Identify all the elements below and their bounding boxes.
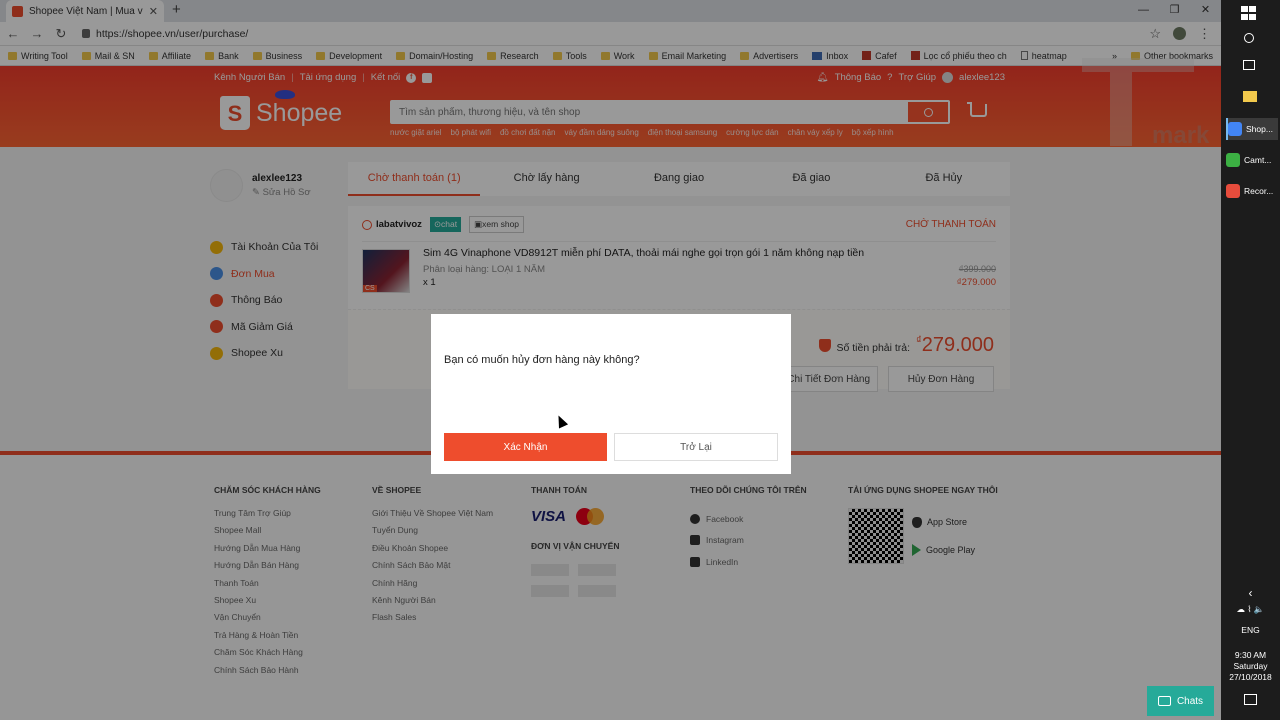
confirm-button[interactable]: Xác Nhận [444,433,607,461]
tray-chevron-icon[interactable]: ‹ [1221,586,1280,600]
file-explorer-icon[interactable] [1243,91,1257,102]
browser-window: Shopee Việt Nam | Mua và Bán T ✕ + — ❐ ✕… [0,0,1221,720]
taskbar-app-label: Shop... [1246,124,1273,134]
watermark-shape [1110,58,1132,146]
search-icon[interactable] [1244,33,1254,43]
language-indicator[interactable]: ENG [1221,625,1280,635]
clock-day: Saturday [1233,661,1268,671]
taskbar-app[interactable]: Shop... [1226,118,1278,140]
app-icon [1226,153,1240,167]
watermark-logo: mark [1082,58,1210,149]
chats-button[interactable]: Chats [1147,686,1214,716]
back-button[interactable]: Trở Lại [614,433,778,461]
watermark-shape [1082,58,1194,72]
task-view-icon[interactable] [1243,60,1255,70]
dialog-message: Bạn có muốn hủy đơn hàng này không? [444,354,640,366]
taskbar-app-label: Recor... [1244,186,1274,196]
notification-icon[interactable] [1244,694,1257,705]
clock-date: 27/10/2018 [1229,672,1272,682]
app-icon [1228,122,1242,136]
windows-taskbar: Shop... Camt... Recor... ‹ ☁ ⌇ 🔈 ENG 9:30 … [1221,0,1280,720]
chats-label: Chats [1176,695,1204,707]
windows-start-icon[interactable] [1241,6,1259,20]
taskbar-app[interactable]: Camt... [1226,149,1278,171]
cancel-order-dialog: Bạn có muốn hủy đơn hàng này không? Xác … [431,314,791,474]
app-icon [1226,184,1240,198]
chat-bubble-icon [1157,696,1171,706]
watermark-text: mark [1152,122,1210,149]
tray-icons[interactable]: ☁ ⌇ 🔈 [1221,604,1280,615]
clock-time[interactable]: 9:30 AM [1221,650,1280,660]
taskbar-app[interactable]: Recor... [1226,180,1278,202]
taskbar-app-label: Camt... [1244,155,1272,165]
